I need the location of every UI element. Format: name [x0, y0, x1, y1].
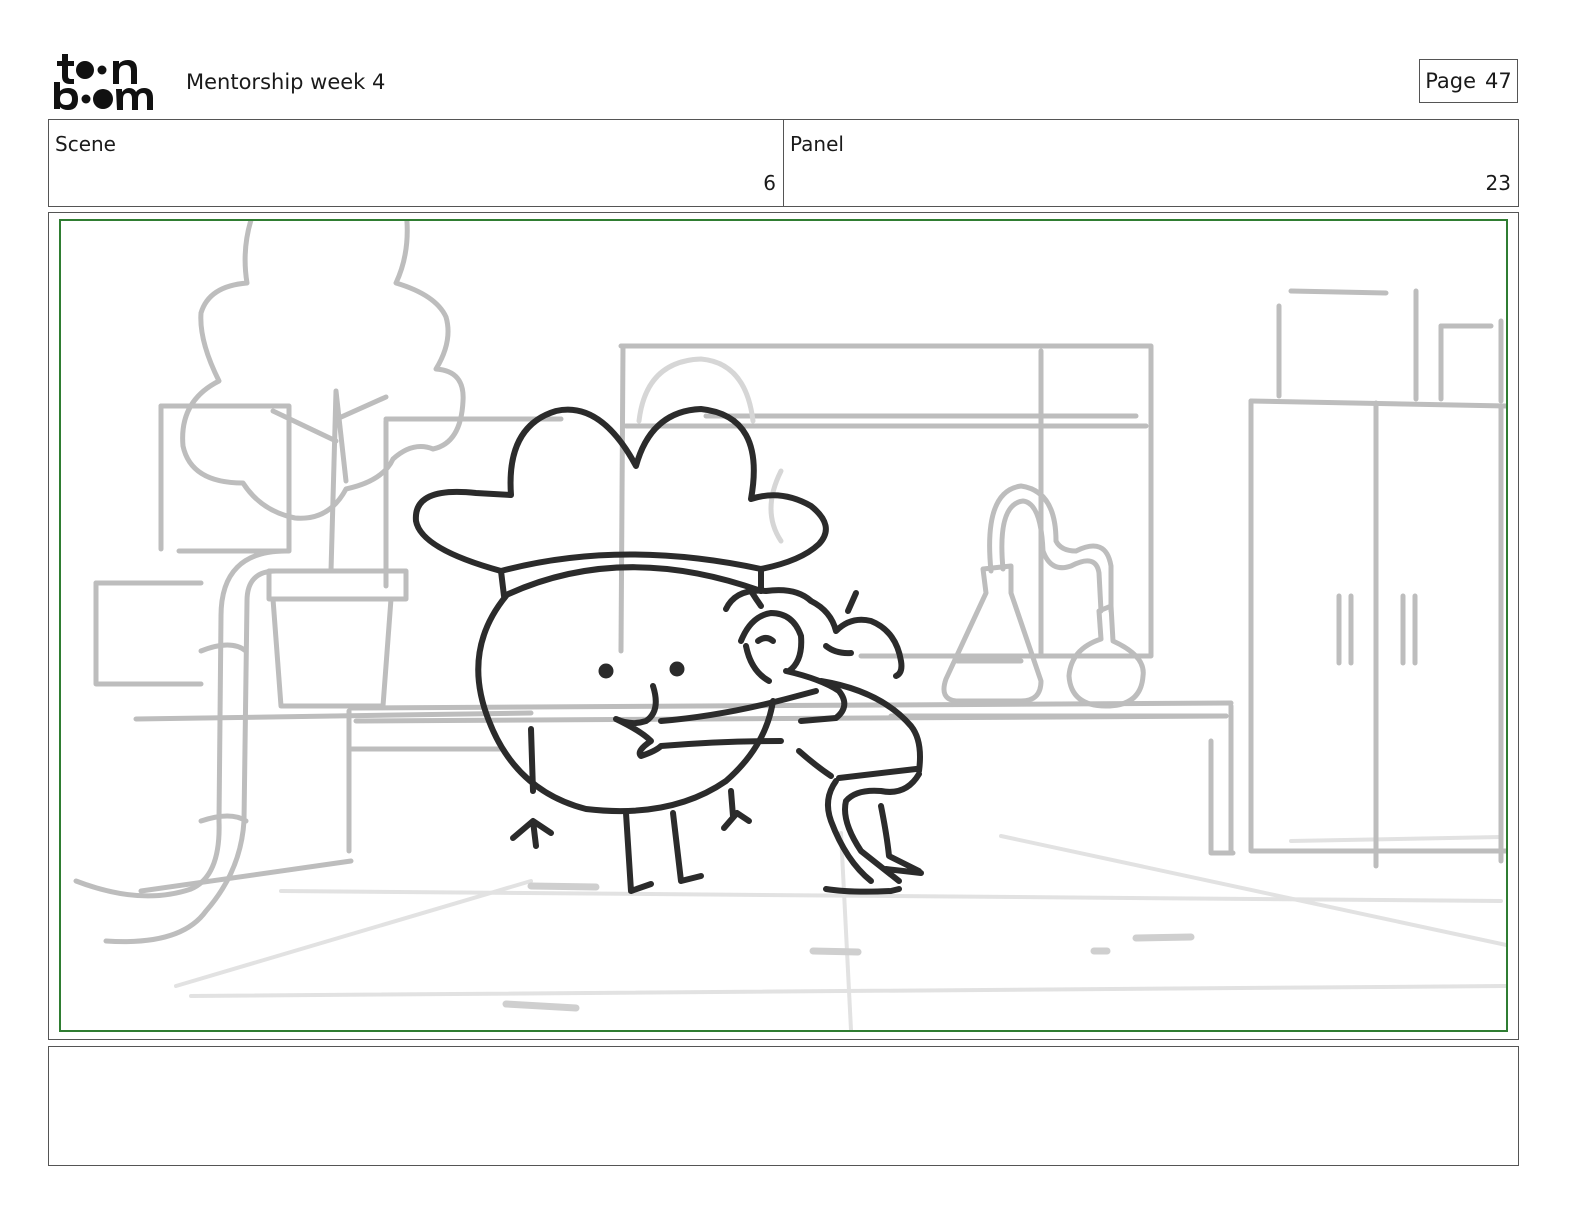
- scene-label: Scene: [55, 132, 116, 156]
- page-number: 47: [1485, 69, 1512, 93]
- project-title: Mentorship week 4: [186, 70, 386, 94]
- panel-label: Panel: [790, 132, 844, 156]
- panel-cell: Panel 23: [783, 120, 1518, 206]
- panel-safe-frame: [59, 219, 1508, 1032]
- notes-area[interactable]: [48, 1046, 1519, 1166]
- background-sketch: [73, 221, 1506, 1030]
- scene-cell: Scene 6: [49, 120, 783, 206]
- page-label: Page: [1425, 69, 1477, 93]
- scene-panel-info: Scene 6 Panel 23: [48, 119, 1519, 207]
- character-sketch: [412, 406, 924, 895]
- panel-number: 23: [1485, 171, 1511, 195]
- panel-sketch: [73, 221, 1506, 1030]
- scene-number: 6: [763, 171, 776, 195]
- page-indicator: Page 47: [1419, 59, 1518, 103]
- toon-boom-logo: [54, 54, 153, 110]
